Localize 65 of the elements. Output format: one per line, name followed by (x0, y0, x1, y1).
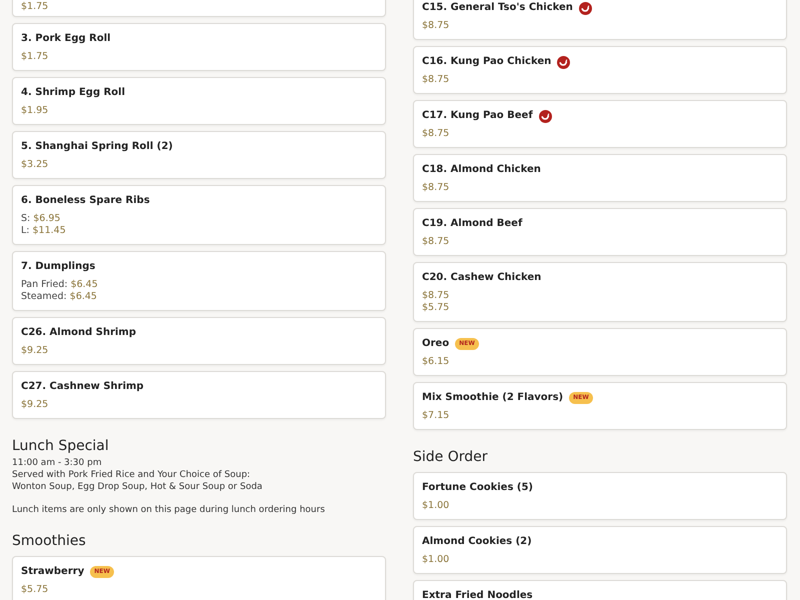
section-note: Served with Pork Fried Rice and Your Choice of Soup: (12, 469, 252, 481)
menu-item-card[interactable]: Extra Fried Noodles (413, 580, 787, 600)
item-name: Oreo (422, 337, 450, 351)
item-price: $1.00 (422, 500, 450, 512)
item-name: 7. Dumplings (21, 260, 96, 274)
item-price: $3.25 (21, 159, 50, 171)
item-name: C16. Kung Pao Chicken (422, 55, 552, 69)
item-name: C27. Cashnew Shrimp (21, 380, 144, 394)
section-heading: Side Order (413, 448, 489, 466)
item-price: $8.75 (422, 236, 450, 248)
item-price: $8.75 (422, 182, 450, 194)
menu-item-card[interactable]: 5. Shanghai Spring Roll (2) $3.25 (12, 131, 386, 179)
item-name: C19. Almond Beef (422, 217, 522, 231)
item-name: C20. Cashew Chicken (422, 271, 542, 285)
item-price: $1.75 (21, 1, 50, 13)
price-line: S: $6.95 (21, 213, 62, 225)
item-price: $5.75 (21, 584, 50, 596)
menu-item-card[interactable]: C18. Almond Chicken $8.75 (413, 154, 787, 202)
section-note: Lunch items are only shown on this page during lunch ordering hours (12, 504, 326, 516)
item-name: 5. Shanghai Spring Roll (2) (21, 140, 173, 154)
menu-item-card[interactable]: C27. Cashnew Shrimp $9.25 (12, 371, 386, 419)
item-price: $1.75 (21, 51, 50, 63)
section-heading: Smoothies (12, 532, 87, 550)
item-name: Fortune Cookies (5) (422, 481, 533, 495)
menu-item-card[interactable]: 7. Dumplings Pan Fried: $6.45 Steamed: $6.45 (12, 251, 386, 311)
item-price: $8.75 (422, 290, 450, 302)
menu-item-card[interactable]: 4. Shrimp Egg Roll $1.95 (12, 77, 386, 125)
price-line: Pan Fried: $6.45 (21, 279, 99, 291)
item-price: $8.75 (422, 128, 450, 140)
price-line: L: $11.45 (21, 225, 67, 237)
item-name: C18. Almond Chicken (422, 163, 541, 177)
menu-item-card[interactable]: C19. Almond Beef $8.75 (413, 208, 787, 256)
item-price: $5.75 (422, 302, 450, 314)
item-name: Strawberry (21, 565, 84, 579)
menu-item-card[interactable]: $1.75 (12, 0, 386, 17)
price-line: Steamed: $6.45 (21, 291, 98, 303)
item-name: 3. Pork Egg Roll (21, 32, 111, 46)
section-note: 11:00 am - 3:30 pm (12, 457, 103, 469)
menu-item-card[interactable]: C15. General Tso's Chicken $8.75 (413, 0, 787, 40)
menu-item-card[interactable]: Almond Cookies (2) $1.00 (413, 526, 787, 574)
item-price: $8.75 (422, 74, 450, 86)
section-heading: Lunch Special (12, 437, 110, 455)
menu-item-card[interactable]: C26. Almond Shrimp $9.25 (12, 317, 386, 365)
item-price: $1.95 (21, 105, 50, 117)
item-price: $9.25 (21, 399, 50, 411)
item-name: 4. Shrimp Egg Roll (21, 86, 126, 100)
section-note: Wonton Soup, Egg Drop Soup, Hot & Sour Soup or Soda (12, 481, 264, 493)
item-price: $1.00 (422, 554, 450, 566)
menu-item-card[interactable]: 6. Boneless Spare Ribs S: $6.95 L: $11.45 (12, 185, 386, 245)
item-name: Extra Fried Noodles (422, 589, 533, 600)
item-name: C17. Kung Pao Beef (422, 109, 533, 123)
item-name: C26. Almond Shrimp (21, 326, 136, 340)
item-name: Mix Smoothie (2 Flavors) (422, 391, 564, 405)
item-price: $9.25 (21, 345, 50, 357)
item-name: C15. General Tso's Chicken (422, 1, 573, 15)
item-price: $7.15 (422, 410, 450, 422)
menu-item-card[interactable]: 3. Pork Egg Roll $1.75 (12, 23, 386, 71)
item-name: Almond Cookies (2) (422, 535, 532, 549)
menu-item-card[interactable]: C16. Kung Pao Chicken $8.75 (413, 46, 787, 94)
item-price: $8.75 (422, 20, 450, 32)
menu-item-card[interactable]: C20. Cashew Chicken $8.75 $5.75 (413, 262, 787, 322)
menu-item-card[interactable]: Fortune Cookies (5) $1.00 (413, 472, 787, 520)
item-name: 6. Boneless Spare Ribs (21, 194, 150, 208)
item-price: $6.15 (422, 356, 450, 368)
menu-item-card[interactable]: C17. Kung Pao Beef $8.75 (413, 100, 787, 148)
